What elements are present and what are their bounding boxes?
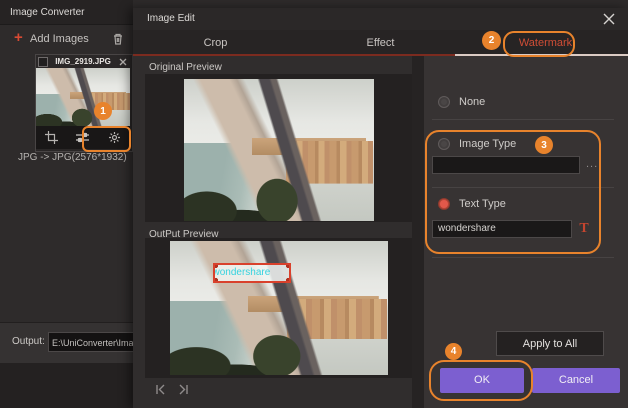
panel-divider bbox=[412, 56, 424, 408]
app-window: Image Converter + Add Images IMG_2919.JP… bbox=[0, 0, 628, 408]
tab-effect[interactable]: Effect bbox=[298, 30, 463, 56]
first-image-icon[interactable] bbox=[153, 382, 168, 397]
file-name: IMG_2919.JPG bbox=[48, 57, 118, 66]
cancel-button[interactable]: Cancel bbox=[532, 368, 620, 393]
add-images-button[interactable]: + Add Images bbox=[0, 26, 133, 52]
file-thumbnail-header: IMG_2919.JPG bbox=[36, 55, 130, 68]
last-image-icon[interactable] bbox=[176, 382, 191, 397]
watermark-selection-box[interactable]: wondershare bbox=[213, 263, 291, 283]
annotation-step-2: 2 bbox=[482, 31, 501, 50]
annotation-step-1: 1 bbox=[94, 102, 112, 120]
original-preview-image bbox=[184, 79, 374, 221]
none-label: None bbox=[459, 96, 485, 108]
sidebar: Image Converter + Add Images IMG_2919.JP… bbox=[0, 0, 133, 408]
plus-icon: + bbox=[14, 29, 23, 46]
output-preview-panel: wondershare bbox=[145, 238, 412, 378]
radio-none[interactable] bbox=[438, 96, 450, 108]
tab-crop[interactable]: Crop bbox=[133, 30, 298, 56]
preview-navigation bbox=[153, 382, 191, 397]
output-preview-image: wondershare bbox=[170, 241, 388, 375]
add-images-label: Add Images bbox=[30, 33, 89, 45]
output-row: Output: E:\UniConverter\Image bbox=[0, 322, 133, 364]
original-preview-panel bbox=[145, 74, 412, 222]
file-thumbnail-image bbox=[36, 68, 130, 126]
option-none[interactable]: None bbox=[438, 96, 485, 108]
annotation-highlight-ok-button bbox=[429, 360, 533, 401]
separator bbox=[432, 119, 614, 120]
trash-icon[interactable] bbox=[110, 31, 126, 47]
file-checkbox[interactable] bbox=[38, 57, 48, 67]
separator bbox=[432, 257, 614, 258]
annotation-highlight-watermark-tab bbox=[503, 31, 575, 57]
close-icon[interactable] bbox=[601, 11, 617, 27]
annotation-highlight-edit-icon bbox=[82, 126, 131, 152]
remove-file-icon[interactable] bbox=[118, 57, 128, 67]
output-path-field[interactable]: E:\UniConverter\Image bbox=[48, 332, 138, 352]
dialog-title: Image Edit bbox=[147, 13, 195, 24]
apply-to-all-button[interactable]: Apply to All bbox=[496, 331, 604, 356]
annotation-step-3: 3 bbox=[535, 136, 553, 154]
conversion-info: JPG -> JPG(2576*1932) bbox=[18, 152, 127, 163]
sidebar-footer bbox=[0, 363, 133, 408]
app-title: Image Converter bbox=[0, 0, 133, 25]
annotation-highlight-type-options bbox=[425, 130, 601, 254]
original-preview-label: Original Preview bbox=[149, 62, 222, 73]
tab-underline bbox=[133, 54, 455, 56]
output-label: Output: bbox=[12, 336, 45, 347]
dialog-header: Image Edit bbox=[133, 8, 628, 30]
crop-icon[interactable] bbox=[45, 131, 58, 144]
annotation-step-4: 4 bbox=[445, 343, 462, 360]
